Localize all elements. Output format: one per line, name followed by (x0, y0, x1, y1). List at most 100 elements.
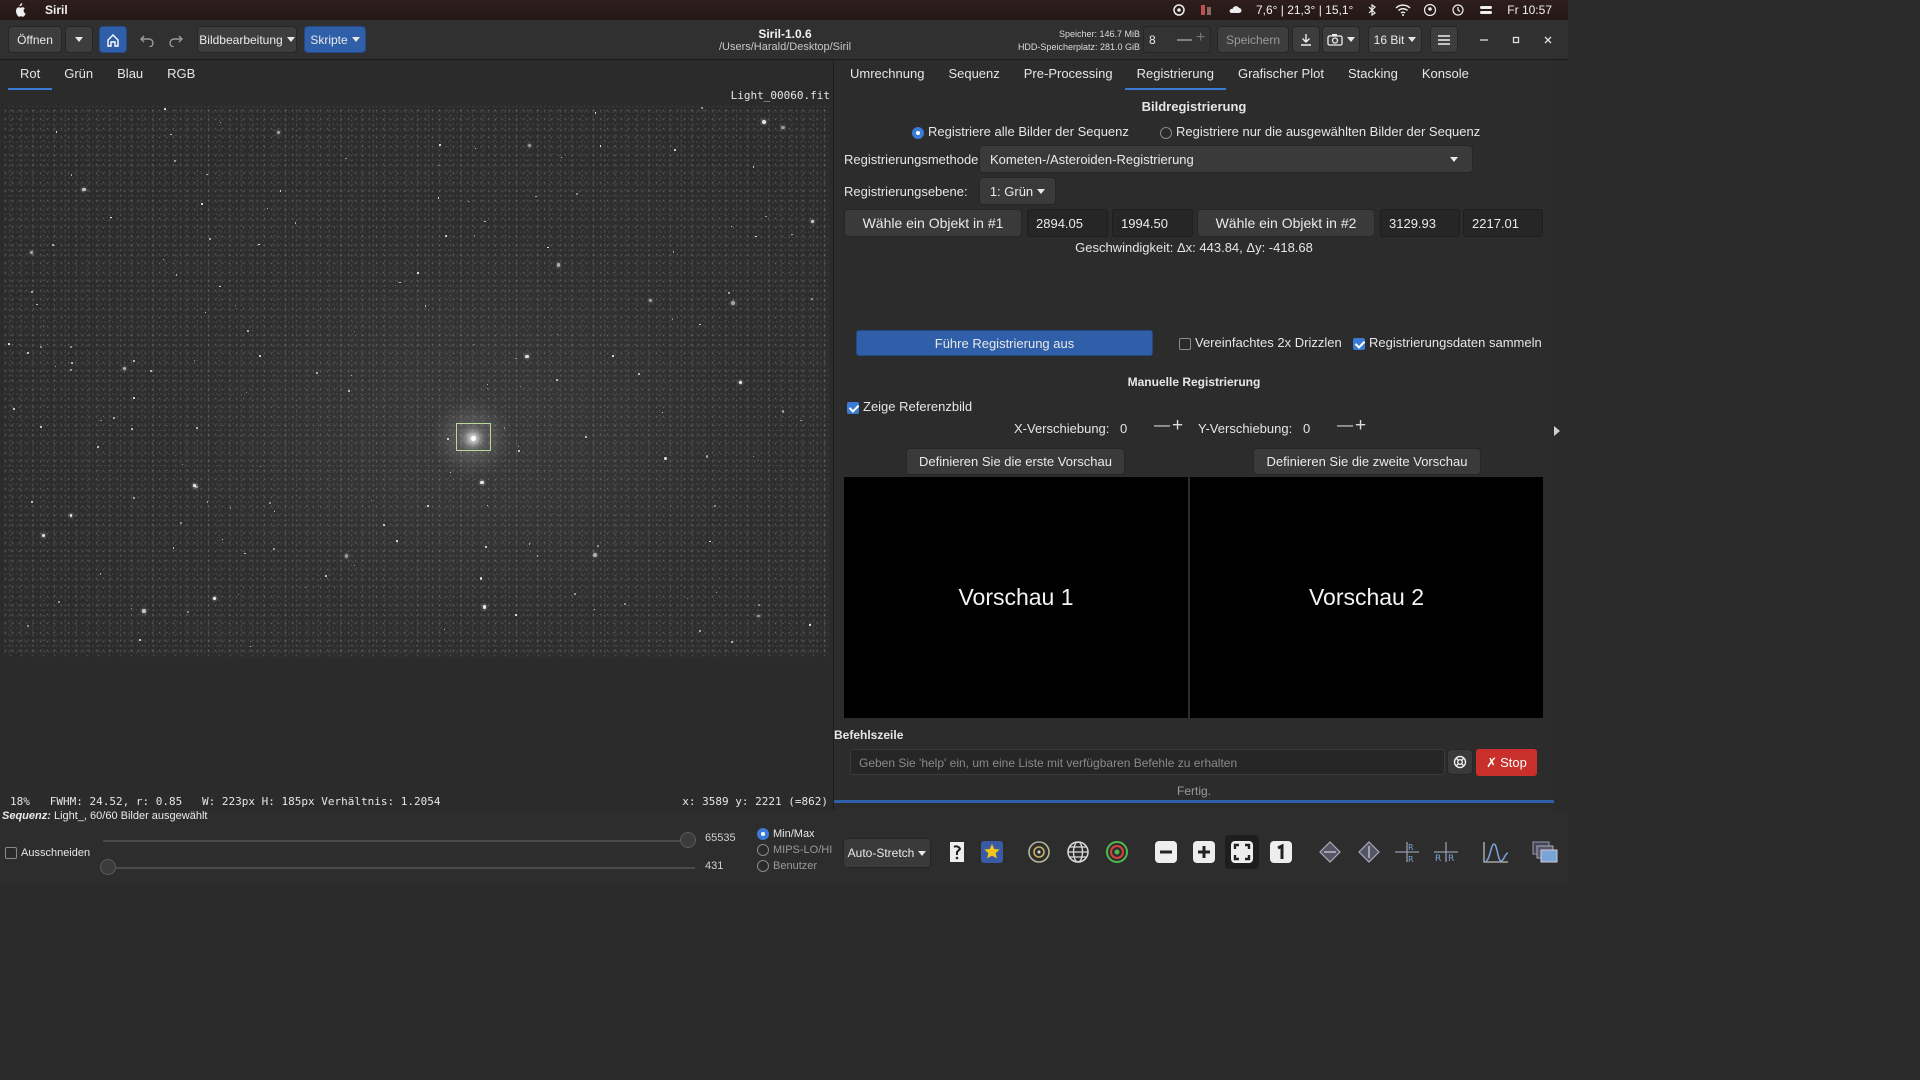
radio-register-all[interactable]: Registriere alle Bilder der Sequenz (912, 124, 1129, 139)
rotate-right-button[interactable] (1355, 838, 1383, 866)
preview-1-area[interactable]: Vorschau 1 (844, 477, 1188, 718)
define-preview-2-button[interactable]: Definieren Sie die zweite Vorschau (1253, 448, 1481, 475)
radio-mips[interactable]: MIPS-LO/HI (757, 842, 832, 858)
tab-console[interactable]: Konsole (1410, 60, 1481, 90)
max-slider-track[interactable] (103, 840, 695, 842)
open-button[interactable]: Öffnen (8, 26, 62, 53)
zoom-in-button[interactable] (1190, 838, 1218, 866)
weather-icon[interactable] (1228, 4, 1242, 16)
mirror-vertical-button[interactable]: RR (1432, 838, 1460, 866)
show-reference-checkbox[interactable]: Zeige Referenzbild (847, 399, 972, 414)
astrometry-button[interactable] (1064, 838, 1092, 866)
scripts-menu-button[interactable]: Skripte (304, 26, 366, 53)
preview-2-area[interactable]: Vorschau 2 (1190, 477, 1543, 718)
min-slider-track[interactable] (103, 867, 695, 869)
layer-dropdown[interactable]: 1: Grün (979, 177, 1056, 205)
main-menu-button[interactable] (1430, 26, 1458, 53)
wifi-icon[interactable] (1395, 4, 1411, 16)
crop-checkbox[interactable]: Ausschneiden (5, 847, 90, 860)
stretch-dropdown[interactable]: Auto-Stretch (843, 838, 931, 868)
collect-data-checkbox[interactable]: Registrierungsdaten sammeln (1353, 335, 1542, 350)
zoom-fit-button[interactable] (1225, 835, 1259, 869)
run-registration-button[interactable]: Führe Registrierung aus (856, 330, 1153, 356)
object2-x-field[interactable]: 3129.93 (1380, 209, 1460, 237)
radio-minmax[interactable]: Min/Max (757, 826, 832, 842)
tab-registration[interactable]: Registrierung (1124, 60, 1226, 90)
tab-sequence[interactable]: Sequenz (936, 60, 1011, 90)
photometry-button[interactable] (1025, 838, 1053, 866)
redo-button[interactable] (163, 26, 189, 53)
stop-button[interactable]: ✗ Stop (1476, 749, 1537, 776)
tab-plot[interactable]: Grafischer Plot (1226, 60, 1336, 90)
minus-icon[interactable]: — (1337, 417, 1353, 435)
maximize-button[interactable] (1504, 26, 1528, 53)
panel-expand-arrow-icon[interactable] (1554, 426, 1560, 436)
pick-object-2-button[interactable]: Wähle ein Objekt in #2 (1197, 209, 1375, 237)
tab-preprocessing[interactable]: Pre-Processing (1012, 60, 1125, 90)
plus-icon[interactable]: + (1355, 415, 1366, 437)
apple-icon[interactable] (14, 3, 28, 17)
bitdepth-dropdown[interactable]: 16 Bit (1368, 26, 1422, 53)
save-button[interactable]: Speichern (1217, 26, 1289, 53)
minus-icon[interactable]: — (1177, 31, 1192, 48)
object1-y-field[interactable]: 1994.50 (1112, 209, 1193, 237)
method-dropdown[interactable]: Kometen-/Asteroiden-Registrierung (979, 145, 1473, 173)
star-point (70, 174, 73, 177)
object1-x-field[interactable]: 2894.05 (1027, 209, 1108, 237)
tab-red[interactable]: Rot (8, 60, 53, 90)
invert-button[interactable] (943, 838, 971, 866)
plus-icon[interactable]: + (1196, 29, 1205, 47)
color-map-button[interactable] (978, 838, 1006, 866)
tab-stacking[interactable]: Stacking (1336, 60, 1410, 90)
minimize-button[interactable] (1472, 26, 1496, 53)
min-slider-knob[interactable] (100, 859, 116, 875)
histogram-button[interactable] (1482, 838, 1510, 866)
image-processing-menu-button[interactable]: Bildbearbeitung (197, 26, 297, 53)
yshift-spinbox[interactable]: 0 — + (1297, 415, 1373, 440)
pick-object-1-button[interactable]: Wähle ein Objekt in #1 (844, 209, 1022, 237)
threads-spinbox[interactable]: 8 — + (1143, 26, 1211, 53)
tab-rgb[interactable]: RGB (155, 60, 207, 90)
zoom-one-button[interactable] (1267, 838, 1295, 866)
tab-blue[interactable]: Blau (105, 60, 155, 90)
status-icon[interactable] (1172, 4, 1186, 16)
weather-text[interactable]: 7,6° | 21,3° | 15,1° (1256, 3, 1353, 17)
tab-green[interactable]: Grün (52, 60, 105, 90)
define-preview-1-button[interactable]: Definieren Sie die erste Vorschau (906, 448, 1125, 475)
command-input[interactable]: Geben Sie 'help' ein, um eine Liste mit … (850, 749, 1445, 775)
tab-conversion[interactable]: Umrechnung (838, 60, 936, 90)
plus-icon[interactable]: + (1172, 415, 1183, 437)
rotate-left-button[interactable] (1316, 838, 1344, 866)
minus-icon[interactable]: — (1154, 417, 1170, 435)
selection-rectangle[interactable] (456, 423, 491, 451)
image-info-button[interactable] (1531, 838, 1559, 866)
app-menu-name[interactable]: Siril (45, 3, 68, 17)
stats-icon[interactable] (1200, 4, 1214, 16)
zoom-out-button[interactable] (1152, 838, 1180, 866)
radio-user[interactable]: Benutzer (757, 858, 832, 874)
mirror-horizontal-button[interactable]: RR (1393, 838, 1421, 866)
undo-button[interactable] (134, 26, 160, 53)
menubar-clock[interactable]: Fr 10:57 (1507, 3, 1552, 17)
star-point (439, 144, 441, 146)
recent-files-dropdown[interactable] (65, 26, 93, 53)
max-slider-knob[interactable] (680, 832, 696, 848)
home-button[interactable] (99, 26, 127, 53)
user-icon[interactable] (1423, 3, 1437, 17)
astro-image-canvas[interactable] (2, 106, 829, 657)
xshift-spinbox[interactable]: 0 — + (1114, 415, 1190, 440)
snapshot-button[interactable] (1322, 26, 1360, 53)
bluetooth-icon[interactable] (1367, 3, 1381, 17)
drizzle-checkbox[interactable]: Vereinfachtes 2x Drizzlen (1179, 335, 1342, 350)
annotate-button[interactable] (1103, 838, 1131, 866)
object2-y-field[interactable]: 2217.01 (1463, 209, 1543, 237)
time-machine-icon[interactable] (1451, 4, 1465, 16)
help-button[interactable] (1447, 749, 1473, 775)
save-as-button[interactable] (1292, 26, 1320, 53)
method-value: Kometen-/Asteroiden-Registrierung (990, 151, 1194, 167)
radio-register-selected[interactable]: Registriere nur die ausgewählten Bilder … (1160, 124, 1480, 139)
close-button[interactable] (1536, 26, 1560, 53)
star-point (716, 591, 718, 594)
control-center-icon[interactable] (1479, 4, 1493, 16)
zoom-actual-size-icon (1270, 841, 1292, 863)
